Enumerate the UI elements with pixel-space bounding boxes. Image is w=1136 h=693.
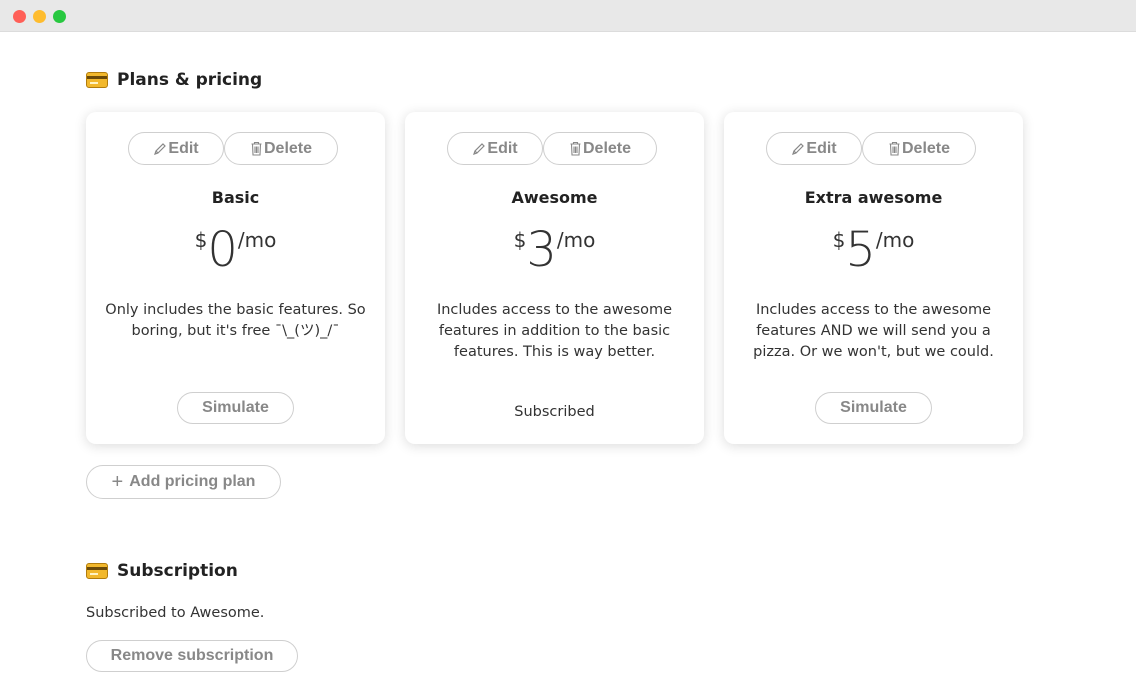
trash-icon (250, 141, 263, 156)
price-currency: $ (832, 228, 846, 252)
trash-icon (888, 141, 901, 156)
plan-description: Only includes the basic features. So bor… (105, 302, 366, 339)
window-titlebar (0, 0, 1136, 32)
edit-label: Edit (487, 139, 518, 157)
pencil-icon (472, 142, 486, 156)
plan-price: $3/mo (405, 224, 704, 276)
delete-label: Delete (263, 139, 313, 157)
edit-plan-button[interactable]: Edit (766, 132, 862, 165)
plan-price: $5/mo (724, 224, 1023, 276)
subscribed-status: Subscribed (514, 404, 595, 420)
add-pricing-plan-label: Add pricing plan (129, 473, 256, 490)
price-period: /mo (237, 228, 277, 252)
plans-section-title-text: Plans & pricing (117, 70, 263, 90)
remove-subscription-button[interactable]: Remove subscription (86, 640, 298, 672)
plan-name: Awesome (511, 188, 598, 207)
price-period: /mo (556, 228, 596, 252)
plan-description: Includes access to the awesome features … (753, 302, 994, 360)
subscription-section-title-text: Subscription (117, 561, 238, 581)
subscription-section-title: Subscription (86, 561, 238, 581)
plan-name: Basic (211, 188, 260, 207)
price-amount: 0 (207, 222, 238, 278)
maximize-window-button[interactable] (53, 10, 66, 23)
trash-icon (569, 141, 582, 156)
subscription-status-text: Subscribed to Awesome. (86, 605, 265, 621)
simulate-button[interactable]: Simulate (815, 392, 932, 424)
plus-icon: + (111, 470, 124, 493)
delete-label: Delete (901, 139, 951, 157)
edit-plan-button[interactable]: Edit (128, 132, 224, 165)
plan-card-extra-awesome: Edit Delete Extra awesome $5/mo Includes… (724, 112, 1023, 444)
edit-label: Edit (168, 139, 199, 157)
close-window-button[interactable] (13, 10, 26, 23)
delete-plan-button[interactable]: Delete (862, 132, 976, 165)
pencil-icon (153, 142, 167, 156)
delete-plan-button[interactable]: Delete (224, 132, 338, 165)
price-period: /mo (875, 228, 915, 252)
delete-plan-button[interactable]: Delete (543, 132, 657, 165)
price-amount: 3 (526, 222, 557, 278)
price-currency: $ (194, 228, 208, 252)
plan-card-basic: Edit Delete Basic $0/mo Only includes th… (86, 112, 385, 444)
simulate-button[interactable]: Simulate (177, 392, 294, 424)
add-pricing-plan-button[interactable]: + Add pricing plan (86, 465, 281, 499)
plans-section-title: Plans & pricing (86, 70, 262, 90)
plan-card-awesome: Edit Delete Awesome $3/mo Includes acces… (405, 112, 704, 444)
plan-name: Extra awesome (804, 188, 943, 207)
credit-card-icon (86, 72, 108, 88)
delete-label: Delete (582, 139, 632, 157)
plan-price: $0/mo (86, 224, 385, 276)
credit-card-icon (86, 563, 108, 579)
pencil-icon (791, 142, 805, 156)
price-currency: $ (513, 228, 527, 252)
edit-label: Edit (806, 139, 837, 157)
price-amount: 5 (845, 222, 876, 278)
edit-plan-button[interactable]: Edit (447, 132, 543, 165)
plan-description: Includes access to the awesome features … (436, 302, 673, 360)
minimize-window-button[interactable] (33, 10, 46, 23)
